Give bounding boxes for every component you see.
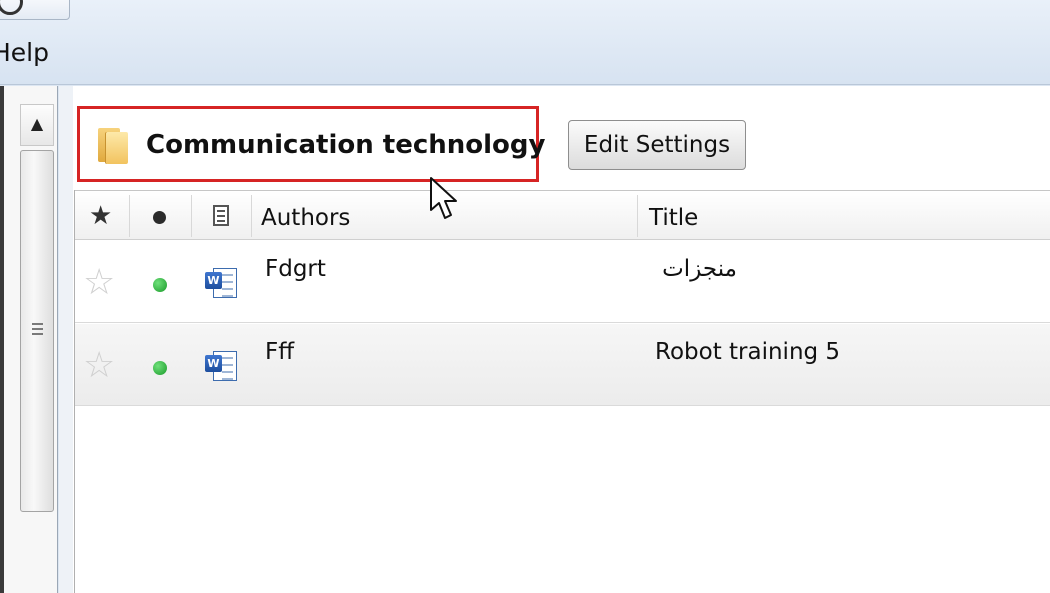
- star-outline-icon[interactable]: ☆: [83, 265, 115, 301]
- status-dot-icon: [153, 361, 167, 375]
- cell-author: Fff: [265, 339, 295, 365]
- toolbar-button[interactable]: [0, 0, 70, 20]
- circle-icon: [0, 0, 23, 15]
- collection-title: Communication technology: [146, 130, 546, 160]
- column-header-title[interactable]: Title: [649, 191, 698, 241]
- edit-settings-button[interactable]: Edit Settings: [568, 120, 746, 170]
- collection-header[interactable]: Communication technology: [77, 106, 545, 182]
- top-toolbar: Help: [0, 0, 1050, 85]
- items-table: ★ Authors Title ☆ W Fdgrt منجزات ☆ W Fff…: [74, 190, 1050, 593]
- folder-icon: [98, 126, 130, 164]
- cell-title: منجزات: [662, 256, 737, 282]
- column-header-authors[interactable]: Authors: [261, 191, 350, 241]
- status-column-icon[interactable]: [153, 211, 166, 224]
- file-column-icon[interactable]: [213, 205, 229, 226]
- scrollbar-thumb[interactable]: [20, 150, 54, 512]
- star-column-icon[interactable]: ★: [89, 203, 112, 229]
- word-document-icon: W: [205, 264, 241, 300]
- window-edge: [0, 86, 4, 593]
- table-row[interactable]: ☆ W Fff Robot training 5: [75, 324, 1050, 406]
- scroll-up-button[interactable]: ▲: [20, 104, 54, 146]
- table-header: ★ Authors Title: [75, 190, 1050, 240]
- cell-title: Robot training 5: [655, 339, 841, 365]
- cell-author: Fdgrt: [265, 256, 326, 282]
- pane-gutter: [59, 86, 73, 593]
- star-outline-icon[interactable]: ☆: [83, 348, 115, 384]
- table-row[interactable]: ☆ W Fdgrt منجزات: [75, 241, 1050, 323]
- menu-help[interactable]: Help: [0, 38, 49, 67]
- word-document-icon: W: [205, 347, 241, 383]
- grip-icon: [32, 323, 43, 338]
- status-dot-icon: [153, 278, 167, 292]
- mouse-pointer-icon: [430, 177, 457, 219]
